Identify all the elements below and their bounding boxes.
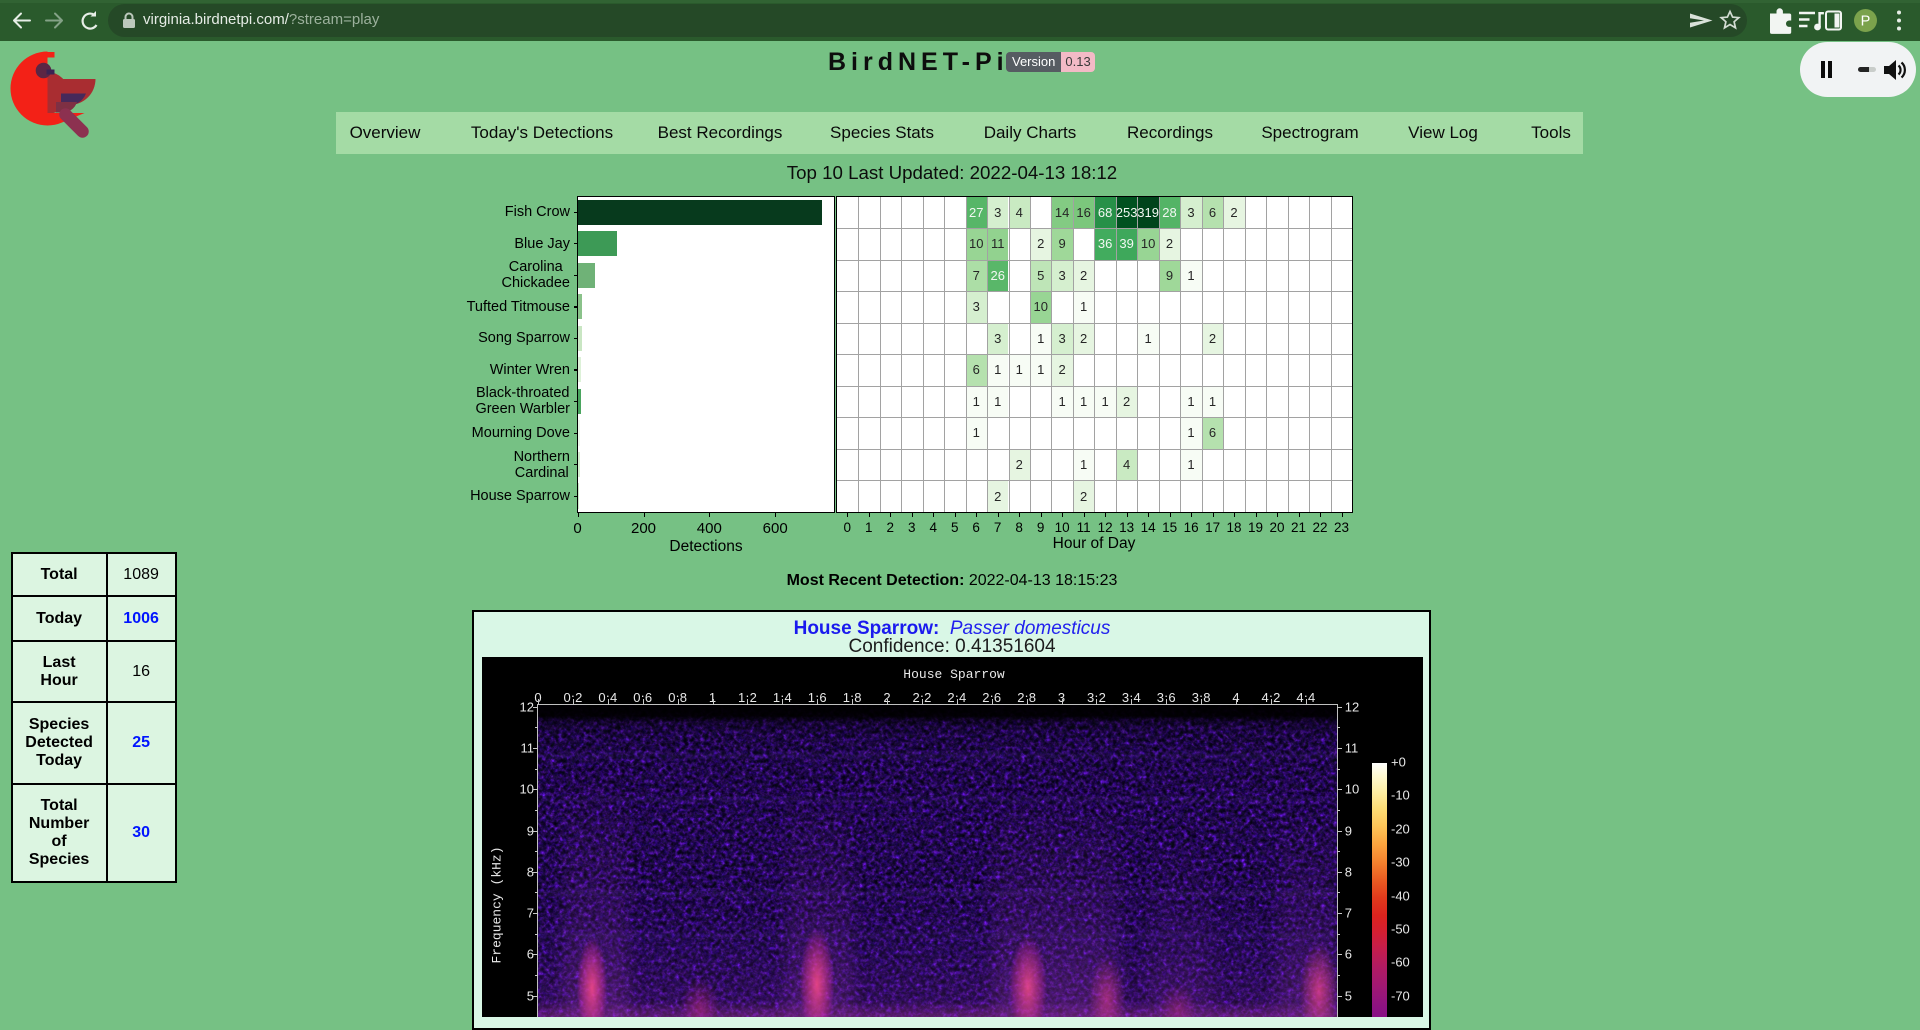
svg-text:P: P bbox=[1861, 14, 1871, 30]
